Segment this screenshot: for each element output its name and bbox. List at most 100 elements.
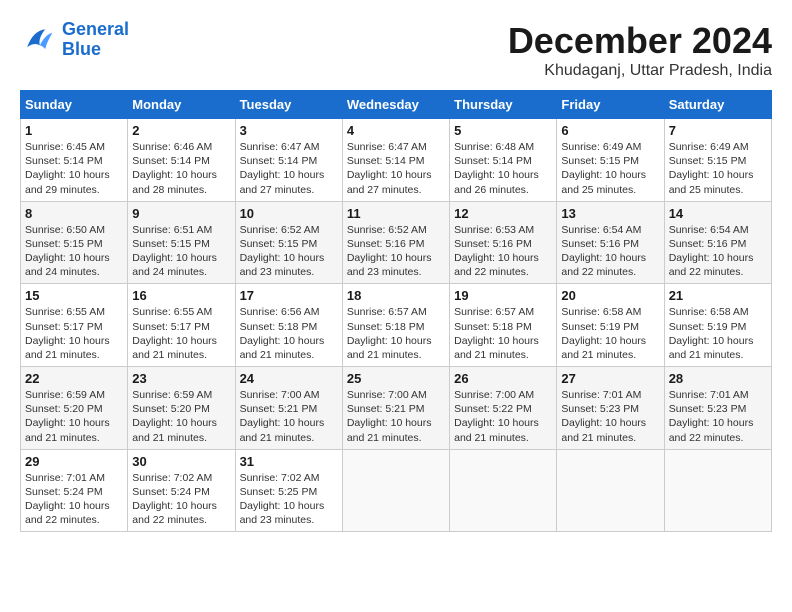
calendar-cell: 21 Sunrise: 6:58 AMSunset: 5:19 PMDayligh… (664, 284, 771, 367)
calendar-cell: 23 Sunrise: 6:59 AMSunset: 5:20 PMDayligh… (128, 367, 235, 450)
day-info: Sunrise: 6:50 AMSunset: 5:15 PMDaylight:… (25, 223, 123, 280)
logo-line1: General (62, 19, 129, 39)
day-info: Sunrise: 6:47 AMSunset: 5:14 PMDaylight:… (240, 140, 338, 197)
calendar-cell: 25 Sunrise: 7:00 AMSunset: 5:21 PMDayligh… (342, 367, 449, 450)
month-title: December 2024 (508, 20, 772, 62)
day-info: Sunrise: 6:55 AMSunset: 5:17 PMDaylight:… (25, 305, 123, 362)
calendar-body: 1 Sunrise: 6:45 AMSunset: 5:14 PMDaylight… (21, 119, 772, 532)
calendar-cell: 14Sunrise: 6:54 AMSunset: 5:16 PMDayligh… (664, 201, 771, 284)
day-number: 1 (25, 123, 123, 138)
day-number: 27 (561, 371, 659, 386)
calendar-cell: 12 Sunrise: 6:53 AMSunset: 5:16 PMDayligh… (450, 201, 557, 284)
calendar-week-row: 15 Sunrise: 6:55 AMSunset: 5:17 PMDayligh… (21, 284, 772, 367)
day-info: Sunrise: 7:00 AMSunset: 5:21 PMDaylight:… (347, 388, 445, 445)
day-number: 15 (25, 288, 123, 303)
day-info: Sunrise: 6:53 AMSunset: 5:16 PMDaylight:… (454, 223, 552, 280)
day-number: 4 (347, 123, 445, 138)
calendar-cell: 11 Sunrise: 6:52 AMSunset: 5:16 PMDayligh… (342, 201, 449, 284)
day-info: Sunrise: 6:52 AMSunset: 5:15 PMDaylight:… (240, 223, 338, 280)
day-info: Sunrise: 7:01 AMSunset: 5:24 PMDaylight:… (25, 471, 123, 528)
day-info: Sunrise: 6:49 AMSunset: 5:15 PMDaylight:… (669, 140, 767, 197)
logo: General Blue (20, 20, 129, 60)
logo-line2: Blue (62, 39, 101, 59)
day-info: Sunrise: 6:45 AMSunset: 5:14 PMDaylight:… (25, 140, 123, 197)
day-number: 9 (132, 206, 230, 221)
day-of-week-header: Thursday (450, 91, 557, 119)
calendar-week-row: 1 Sunrise: 6:45 AMSunset: 5:14 PMDaylight… (21, 119, 772, 202)
day-number: 14 (669, 206, 767, 221)
calendar-cell: 1 Sunrise: 6:45 AMSunset: 5:14 PMDaylight… (21, 119, 128, 202)
day-number: 22 (25, 371, 123, 386)
day-info: Sunrise: 6:55 AMSunset: 5:17 PMDaylight:… (132, 305, 230, 362)
title-block: December 2024 Khudaganj, Uttar Pradesh, … (508, 20, 772, 80)
calendar-cell: 10 Sunrise: 6:52 AMSunset: 5:15 PMDayligh… (235, 201, 342, 284)
day-info: Sunrise: 6:59 AMSunset: 5:20 PMDaylight:… (132, 388, 230, 445)
day-number: 31 (240, 454, 338, 469)
calendar-cell: 8 Sunrise: 6:50 AMSunset: 5:15 PMDaylight… (21, 201, 128, 284)
day-number: 17 (240, 288, 338, 303)
day-number: 12 (454, 206, 552, 221)
day-info: Sunrise: 6:54 AMSunset: 5:16 PMDaylight:… (561, 223, 659, 280)
calendar-cell: 30Sunrise: 7:02 AMSunset: 5:24 PMDayligh… (128, 449, 235, 532)
calendar-cell: 18 Sunrise: 6:57 AMSunset: 5:18 PMDayligh… (342, 284, 449, 367)
logo-bird-icon (20, 22, 56, 58)
day-number: 23 (132, 371, 230, 386)
calendar-cell: 15 Sunrise: 6:55 AMSunset: 5:17 PMDayligh… (21, 284, 128, 367)
day-info: Sunrise: 7:00 AMSunset: 5:22 PMDaylight:… (454, 388, 552, 445)
day-number: 24 (240, 371, 338, 386)
day-info: Sunrise: 7:01 AMSunset: 5:23 PMDaylight:… (669, 388, 767, 445)
day-number: 19 (454, 288, 552, 303)
calendar-cell: 27Sunrise: 7:01 AMSunset: 5:23 PMDayligh… (557, 367, 664, 450)
logo-text: General Blue (62, 20, 129, 60)
calendar-cell: 9Sunrise: 6:51 AMSunset: 5:15 PMDaylight… (128, 201, 235, 284)
calendar-cell: 28 Sunrise: 7:01 AMSunset: 5:23 PMDayligh… (664, 367, 771, 450)
day-number: 18 (347, 288, 445, 303)
day-info: Sunrise: 6:52 AMSunset: 5:16 PMDaylight:… (347, 223, 445, 280)
calendar-cell: 4 Sunrise: 6:47 AMSunset: 5:14 PMDaylight… (342, 119, 449, 202)
day-of-week-header: Monday (128, 91, 235, 119)
day-of-week-header: Friday (557, 91, 664, 119)
calendar-cell (342, 449, 449, 532)
calendar-cell: 16Sunrise: 6:55 AMSunset: 5:17 PMDayligh… (128, 284, 235, 367)
day-info: Sunrise: 6:59 AMSunset: 5:20 PMDaylight:… (25, 388, 123, 445)
calendar-cell: 20Sunrise: 6:58 AMSunset: 5:19 PMDayligh… (557, 284, 664, 367)
calendar-cell (664, 449, 771, 532)
calendar-cell: 5Sunrise: 6:48 AMSunset: 5:14 PMDaylight… (450, 119, 557, 202)
calendar-cell: 2 Sunrise: 6:46 AMSunset: 5:14 PMDaylight… (128, 119, 235, 202)
day-info: Sunrise: 6:47 AMSunset: 5:14 PMDaylight:… (347, 140, 445, 197)
day-info: Sunrise: 6:56 AMSunset: 5:18 PMDaylight:… (240, 305, 338, 362)
day-number: 25 (347, 371, 445, 386)
day-number: 29 (25, 454, 123, 469)
day-of-week-header: Saturday (664, 91, 771, 119)
day-number: 11 (347, 206, 445, 221)
day-number: 2 (132, 123, 230, 138)
calendar-cell: 24 Sunrise: 7:00 AMSunset: 5:21 PMDayligh… (235, 367, 342, 450)
calendar-table: SundayMondayTuesdayWednesdayThursdayFrid… (20, 90, 772, 532)
page-header: General Blue December 2024 Khudaganj, Ut… (20, 20, 772, 80)
day-of-week-header: Wednesday (342, 91, 449, 119)
day-number: 10 (240, 206, 338, 221)
day-number: 6 (561, 123, 659, 138)
day-info: Sunrise: 6:57 AMSunset: 5:18 PMDaylight:… (454, 305, 552, 362)
day-number: 3 (240, 123, 338, 138)
calendar-cell: 22 Sunrise: 6:59 AMSunset: 5:20 PMDayligh… (21, 367, 128, 450)
day-number: 28 (669, 371, 767, 386)
day-info: Sunrise: 6:58 AMSunset: 5:19 PMDaylight:… (561, 305, 659, 362)
calendar-cell: 17 Sunrise: 6:56 AMSunset: 5:18 PMDayligh… (235, 284, 342, 367)
day-number: 7 (669, 123, 767, 138)
day-number: 13 (561, 206, 659, 221)
calendar-cell: 26 Sunrise: 7:00 AMSunset: 5:22 PMDayligh… (450, 367, 557, 450)
day-number: 26 (454, 371, 552, 386)
day-of-week-header: Tuesday (235, 91, 342, 119)
calendar-week-row: 8 Sunrise: 6:50 AMSunset: 5:15 PMDaylight… (21, 201, 772, 284)
day-number: 21 (669, 288, 767, 303)
day-info: Sunrise: 6:48 AMSunset: 5:14 PMDaylight:… (454, 140, 552, 197)
calendar-cell: 6Sunrise: 6:49 AMSunset: 5:15 PMDaylight… (557, 119, 664, 202)
day-info: Sunrise: 6:57 AMSunset: 5:18 PMDaylight:… (347, 305, 445, 362)
day-info: Sunrise: 6:58 AMSunset: 5:19 PMDaylight:… (669, 305, 767, 362)
day-info: Sunrise: 6:46 AMSunset: 5:14 PMDaylight:… (132, 140, 230, 197)
calendar-week-row: 29 Sunrise: 7:01 AMSunset: 5:24 PMDayligh… (21, 449, 772, 532)
day-number: 8 (25, 206, 123, 221)
day-info: Sunrise: 7:00 AMSunset: 5:21 PMDaylight:… (240, 388, 338, 445)
location-subtitle: Khudaganj, Uttar Pradesh, India (508, 62, 772, 80)
